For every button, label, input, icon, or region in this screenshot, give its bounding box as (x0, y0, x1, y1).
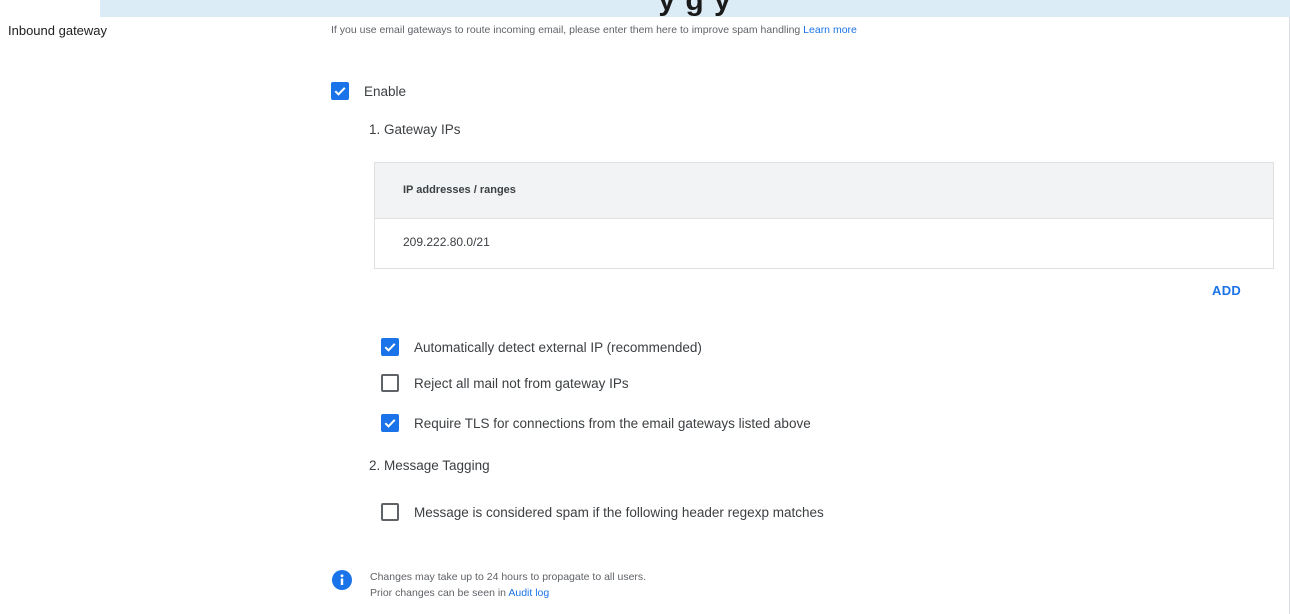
message-tagging-heading: 2. Message Tagging (369, 458, 490, 473)
section-description: If you use email gateways to route incom… (331, 24, 857, 36)
ip-range-value: 209.222.80.0/21 (403, 235, 490, 249)
require-tls-label: Require TLS for connections from the ema… (414, 416, 811, 431)
enable-label: Enable (364, 84, 407, 99)
inbound-gateway-panel: Inbound gateway If you use email gateway… (0, 17, 1290, 614)
audit-log-prefix: Prior changes can be seen in (370, 587, 507, 599)
gateway-ips-heading: 1. Gateway IPs (369, 122, 461, 137)
auto-detect-ip-checkbox[interactable] (381, 338, 399, 356)
admin-settings-screen: y g y Inbound gateway If you use email g… (0, 0, 1290, 614)
section-description-text: If you use email gateways to route incom… (331, 24, 801, 36)
audit-log-link[interactable]: Audit log (508, 587, 549, 599)
auto-detect-ip-label: Automatically detect external IP (recomm… (414, 340, 702, 355)
banner-title: y g y (658, 0, 732, 17)
propagation-notice: Changes may take up to 24 hours to propa… (370, 571, 647, 583)
spam-header-regexp-label: Message is considered spam if the follow… (414, 505, 824, 520)
ip-addresses-table: IP addresses / ranges 209.222.80.0/21 (374, 162, 1274, 269)
require-tls-checkbox[interactable] (381, 414, 399, 432)
enable-checkbox[interactable] (331, 82, 349, 100)
add-ip-button[interactable]: ADD (1212, 283, 1241, 298)
table-row[interactable]: 209.222.80.0/21 (375, 219, 1273, 269)
audit-log-notice: Prior changes can be seen in Audit log (370, 587, 549, 599)
checkmark-icon (384, 343, 396, 352)
checkmark-icon (384, 419, 396, 428)
reject-non-gateway-label: Reject all mail not from gateway IPs (414, 376, 629, 391)
reject-non-gateway-checkbox[interactable] (381, 374, 399, 392)
checkmark-icon (334, 87, 346, 96)
table-header-label: IP addresses / ranges (403, 184, 516, 196)
top-banner: y g y (100, 0, 1290, 17)
info-icon (332, 570, 352, 590)
section-label: Inbound gateway (8, 23, 108, 38)
spam-header-regexp-checkbox[interactable] (381, 503, 399, 521)
table-header: IP addresses / ranges (375, 163, 1273, 219)
learn-more-link[interactable]: Learn more (803, 24, 857, 36)
